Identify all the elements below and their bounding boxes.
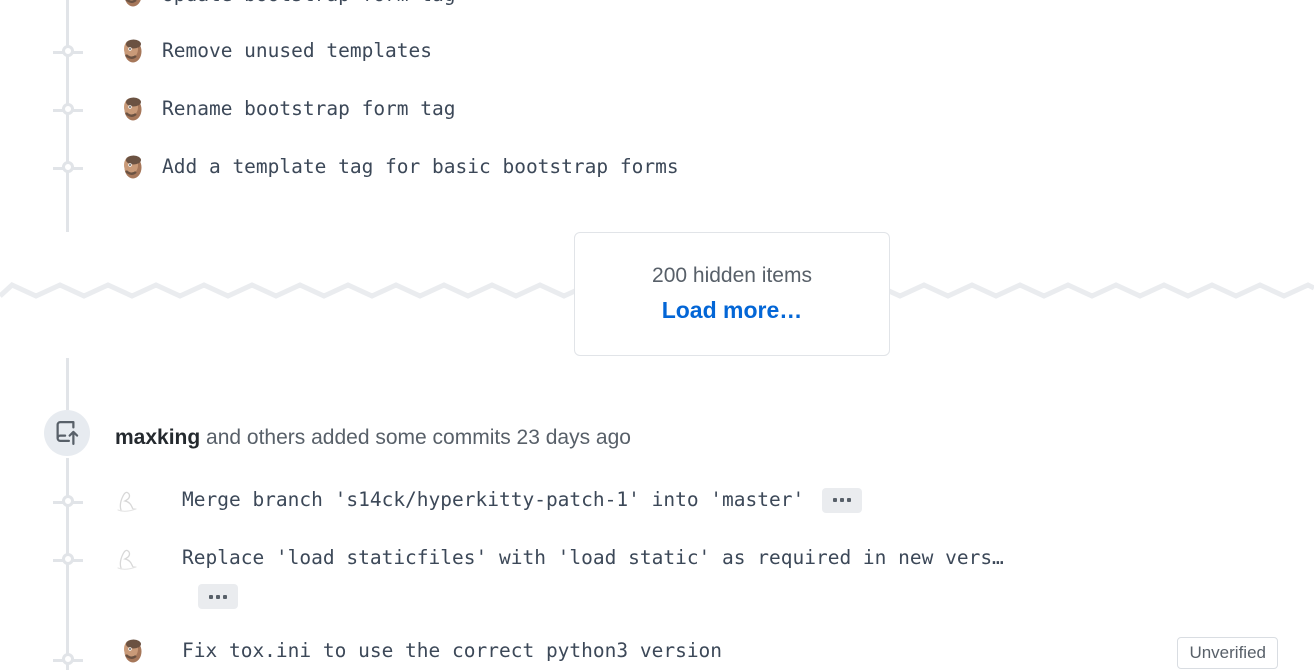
commit-message[interactable]: Merge branch 's14ck/hyperkitty-patch-1' … (182, 487, 804, 513)
commit-row[interactable]: Merge branch 's14ck/hyperkitty-patch-1' … (112, 487, 863, 513)
user-photo-avatar[interactable] (120, 638, 146, 664)
expand-commit-details-button[interactable] (198, 584, 238, 609)
commit-message[interactable]: Remove unused templates (162, 38, 432, 64)
commit-timeline: Update bootstrap form tag Remove unused … (0, 0, 1314, 670)
user-photo-avatar[interactable] (120, 96, 146, 122)
commit-message[interactable]: Add a template tag for basic bootstrap f… (162, 154, 679, 180)
timeline-node (53, 652, 83, 668)
timeline-node (53, 552, 83, 568)
commit-message[interactable]: Replace 'load staticfiles' with 'load st… (182, 545, 1004, 571)
status-badge[interactable]: Unverified (1177, 637, 1278, 669)
commit-row[interactable]: Replace 'load staticfiles' with 'load st… (112, 545, 1004, 609)
timeline-node (53, 494, 83, 510)
commit-row[interactable]: Fix tox.ini to use the correct python3 v… (120, 638, 722, 664)
timeline-rail-middle (66, 358, 69, 410)
hidden-items-count: 200 hidden items (652, 264, 812, 288)
timeline-node (53, 102, 83, 118)
commit-message[interactable]: Rename bootstrap form tag (162, 96, 456, 122)
load-more-button[interactable]: Load more… (662, 297, 803, 325)
script-monogram-avatar[interactable] (112, 487, 138, 513)
user-photo-avatar[interactable] (120, 0, 146, 8)
user-photo-avatar[interactable] (120, 154, 146, 180)
event-description: and others added some commits 23 days ag… (200, 426, 631, 449)
commit-message[interactable]: Update bootstrap form tag (162, 0, 456, 8)
event-actor[interactable]: maxking (115, 426, 200, 449)
hidden-items-card: 200 hidden items Load more… (574, 232, 890, 356)
commit-message[interactable]: Fix tox.ini to use the correct python3 v… (182, 638, 722, 664)
timeline-node (53, 160, 83, 176)
commit-row[interactable]: Remove unused templates (120, 38, 432, 64)
commit-row[interactable]: Add a template tag for basic bootstrap f… (120, 154, 679, 180)
expand-commit-details-button[interactable] (822, 487, 863, 513)
commit-row[interactable]: Rename bootstrap form tag (120, 96, 456, 122)
user-photo-avatar[interactable] (120, 38, 146, 64)
repo-push-icon (44, 410, 90, 456)
event-header-text: maxking and others added some commits 23… (115, 424, 631, 452)
timeline-node (53, 44, 83, 60)
script-monogram-avatar[interactable] (112, 545, 138, 571)
commit-row-clipped[interactable]: Update bootstrap form tag (120, 0, 456, 8)
